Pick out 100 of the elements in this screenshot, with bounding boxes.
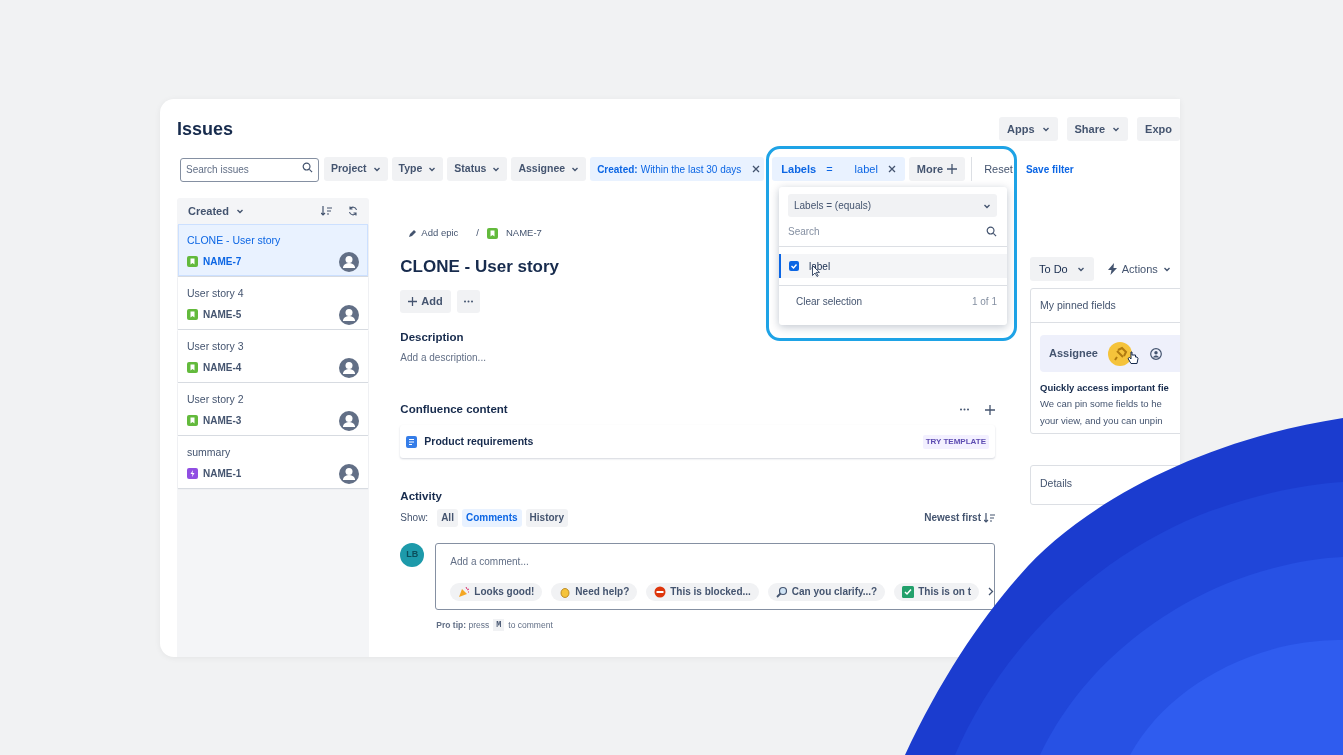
add-epic-link[interactable]: Add epic	[408, 226, 459, 241]
chevron-down-icon	[492, 165, 501, 173]
issue-key: NAME-1	[203, 466, 242, 482]
bookmark-icon	[486, 227, 498, 239]
activity-tab[interactable]: Comments	[461, 508, 522, 527]
document-icon	[406, 435, 418, 448]
person-icon	[1149, 347, 1162, 360]
description-field[interactable]: Add a description...	[400, 350, 995, 365]
labels-filter[interactable]: Labels = label	[772, 157, 905, 181]
header-button[interactable]: Expo	[1137, 117, 1180, 141]
close-icon	[887, 165, 896, 173]
issue-title: User story 3	[187, 339, 245, 354]
label-search-field[interactable]: Search	[779, 217, 1007, 246]
sort-icon[interactable]	[321, 206, 333, 216]
check-box-icon	[902, 585, 915, 598]
more-icon	[463, 299, 473, 303]
activity-tab[interactable]: History	[525, 508, 569, 527]
quick-reply-chip[interactable]: Looks good!	[450, 582, 543, 601]
header-button[interactable]: Share	[1066, 117, 1129, 141]
issue-title: User story 4	[187, 286, 245, 301]
more-icon[interactable]	[960, 408, 969, 412]
plus-icon	[408, 296, 418, 306]
breadcrumb-key[interactable]: NAME-7	[505, 226, 542, 241]
confluence-heading: Confluence content	[400, 402, 508, 417]
page-title: Issues	[177, 117, 234, 141]
chevron-down-icon	[372, 165, 381, 173]
pencil-icon	[408, 228, 418, 238]
bookmark-icon	[187, 415, 198, 427]
hand-cursor-icon	[1127, 351, 1139, 365]
save-filter-link[interactable]: Save filter	[1022, 157, 1077, 181]
checkbox[interactable]	[789, 261, 799, 271]
confluence-item[interactable]: Product requirements TRY TEMPLATE	[400, 425, 995, 459]
filter-dropdown[interactable]: Project	[324, 157, 388, 181]
comment-box[interactable]: Add a comment... Looks good! Need help? This is blocked... Can you clarify...? This is on t	[435, 542, 995, 610]
quick-reply-chip[interactable]: This is blocked...	[646, 582, 759, 601]
avatar-icon	[339, 410, 360, 431]
issue-card[interactable]: User story 4 NAME-5	[178, 277, 369, 329]
workflow-status-button[interactable]: To Do	[1030, 257, 1094, 281]
quick-reply-chip[interactable]: Need help?	[551, 582, 638, 601]
party-popper-icon	[458, 585, 471, 598]
operator-dropdown[interactable]: Labels = (equals)	[788, 194, 997, 217]
refresh-icon[interactable]	[348, 206, 359, 216]
pinned-fields-heading: My pinned fields	[1031, 289, 1180, 323]
clear-selection-button[interactable]: Clear selection	[796, 294, 863, 309]
selection-count: 1 of 1	[971, 295, 997, 309]
filter-dropdown[interactable]: Type	[391, 157, 444, 181]
chevron-down-icon	[1041, 125, 1050, 133]
plus-icon	[947, 164, 958, 174]
plus-icon[interactable]	[985, 404, 995, 415]
avatar-icon	[339, 304, 360, 325]
filter-dropdown[interactable]: Assignee	[511, 157, 587, 181]
bookmark-icon	[187, 362, 198, 374]
issue-title: CLONE - User story	[187, 233, 282, 248]
issue-key: NAME-7	[203, 254, 242, 270]
chevron-down-icon	[1162, 265, 1171, 273]
chevron-right-icon[interactable]	[988, 587, 994, 596]
issue-card[interactable]: CLONE - User story NAME-7	[178, 224, 369, 276]
sort-order-button[interactable]: Newest first	[924, 510, 995, 525]
header-button[interactable]: Apps	[999, 117, 1058, 141]
tip-title: Quickly access important fie	[1040, 381, 1170, 395]
template-badge[interactable]: TRY TEMPLATE	[922, 434, 989, 449]
chevron-down-icon	[1076, 265, 1085, 273]
user-avatar: LB	[400, 542, 425, 567]
issue-card[interactable]: summary NAME-1	[178, 436, 369, 488]
breadcrumb-separator: /	[476, 226, 479, 240]
issue-key: NAME-3	[203, 413, 242, 429]
add-button[interactable]: Add	[400, 289, 451, 313]
no-entry-icon	[654, 585, 667, 598]
issue-card[interactable]: User story 2 NAME-3	[178, 383, 369, 435]
lightning-icon	[1107, 263, 1117, 275]
sort-dropdown[interactable]: Created	[188, 202, 244, 220]
activity-heading: Activity	[400, 489, 443, 505]
avatar-icon	[339, 357, 360, 378]
details-heading: Details	[1040, 476, 1073, 491]
bookmark-icon	[187, 256, 198, 268]
sort-icon	[984, 512, 995, 523]
chevron-down-icon	[571, 165, 580, 173]
quick-reply-chip[interactable]: Can you clarify...?	[767, 582, 886, 601]
comment-placeholder: Add a comment...	[450, 554, 530, 569]
more-button[interactable]: More	[908, 157, 966, 181]
pro-tip-text: Pro tip: press	[436, 618, 490, 632]
issue-key: NAME-4	[203, 360, 242, 376]
created-filter[interactable]: Created: Within the last 30 days	[590, 157, 765, 181]
actions-dropdown[interactable]: Actions	[1107, 260, 1171, 278]
reset-button[interactable]: Reset	[978, 157, 1019, 181]
issue-title: summary	[187, 445, 232, 460]
issue-key: NAME-5	[203, 307, 242, 323]
activity-tab[interactable]: All	[437, 508, 458, 527]
issue-title-heading: CLONE - User story	[400, 256, 560, 279]
quick-reply-chip[interactable]: This is on t	[894, 582, 979, 601]
tip-text-line: your view, and you can unpin	[1040, 413, 1164, 428]
label-option[interactable]: label	[779, 254, 1007, 278]
filter-dropdown[interactable]: Status	[447, 157, 508, 181]
confluence-title: Product requirements	[424, 433, 534, 449]
chevron-down-icon	[428, 165, 437, 173]
pro-tip-end: to comment	[508, 618, 553, 632]
magnifier-icon	[775, 585, 788, 598]
search-field[interactable]: Search issues	[180, 157, 319, 182]
pin-icon	[1107, 341, 1132, 366]
issue-card[interactable]: User story 3 NAME-4	[178, 330, 369, 382]
